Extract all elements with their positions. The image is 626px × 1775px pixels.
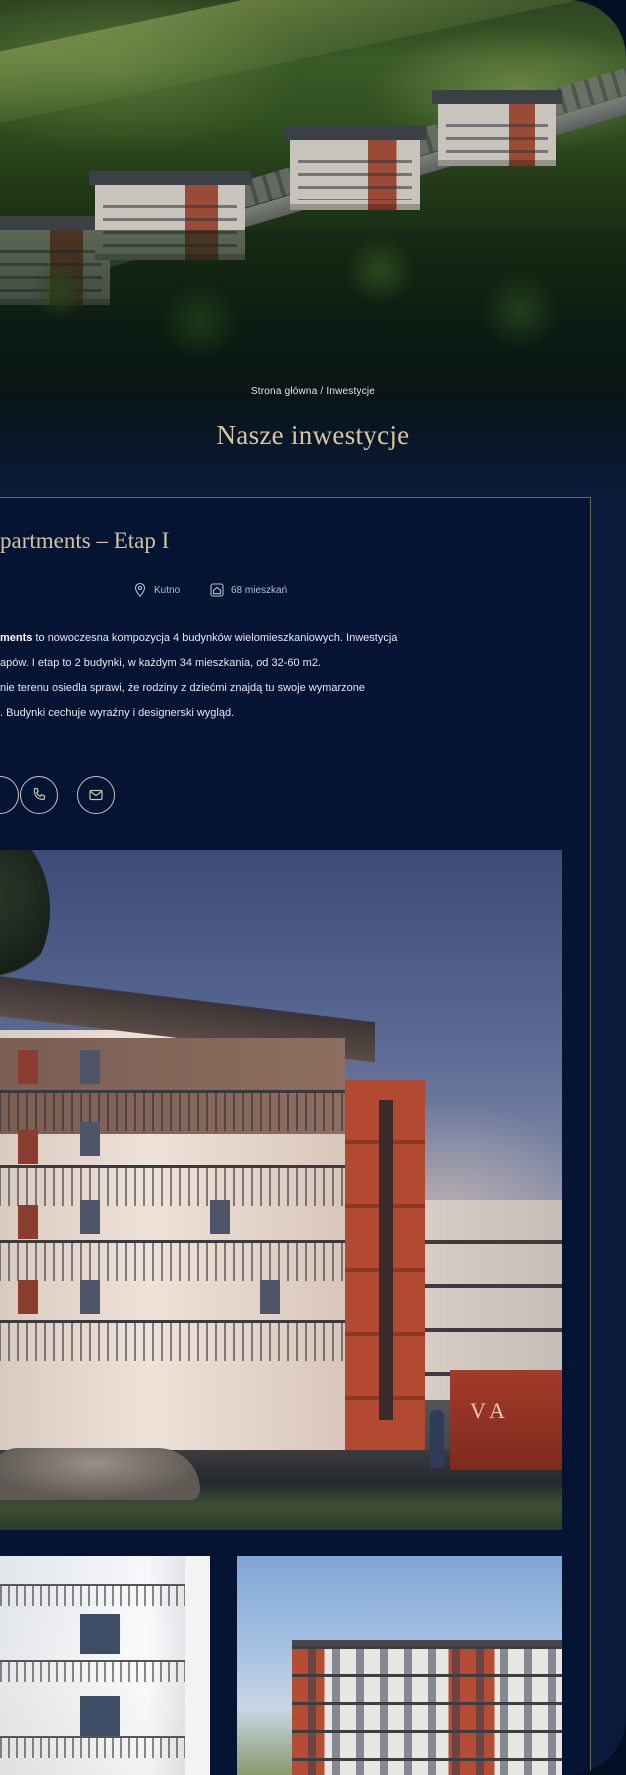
gallery-thumbnail[interactable] [237,1556,562,1775]
mail-icon [89,789,103,801]
units-label: 68 mieszkań [231,584,288,596]
investment-units: 68 mieszkań [209,582,287,598]
investment-main-image[interactable]: VA [0,850,562,1530]
estate-sign: VA [450,1370,562,1470]
gallery-thumbnail[interactable] [0,1556,210,1775]
location-label: Kutno [154,584,181,596]
phone-icon [33,787,46,801]
hero-building [432,90,562,166]
phone-button[interactable] [20,776,58,814]
person [430,1410,444,1468]
investment-location: Kutno [132,582,180,598]
page-title: Nasze inwestycje [216,420,410,450]
description-line: . Budynki cechuje wyraźny i designerski … [0,707,235,719]
investment-description: ments to nowoczesna kompozycja 4 budynkó… [0,626,560,726]
home-icon [210,583,224,597]
description-line: nie terenu osiedla sprawi, że rodziny z … [0,682,366,694]
hero-building [284,126,426,210]
hero-banner: Strona główna / Inwestycje Nasze inwesty… [0,0,626,498]
page-frame: Strona główna / Inwestycje Nasze inwesty… [0,0,626,1775]
investment-title[interactable]: partments – Etap I [0,528,169,554]
map-pin-icon [134,582,146,598]
description-line: apów. I etap to 2 budynki, w każdym 34 m… [0,657,322,669]
car [0,1448,200,1500]
description-line: ments to nowoczesna kompozycja 4 budynkó… [0,632,398,644]
breadcrumb[interactable]: Strona główna / Inwestycje [0,386,626,397]
email-button[interactable] [77,776,115,814]
